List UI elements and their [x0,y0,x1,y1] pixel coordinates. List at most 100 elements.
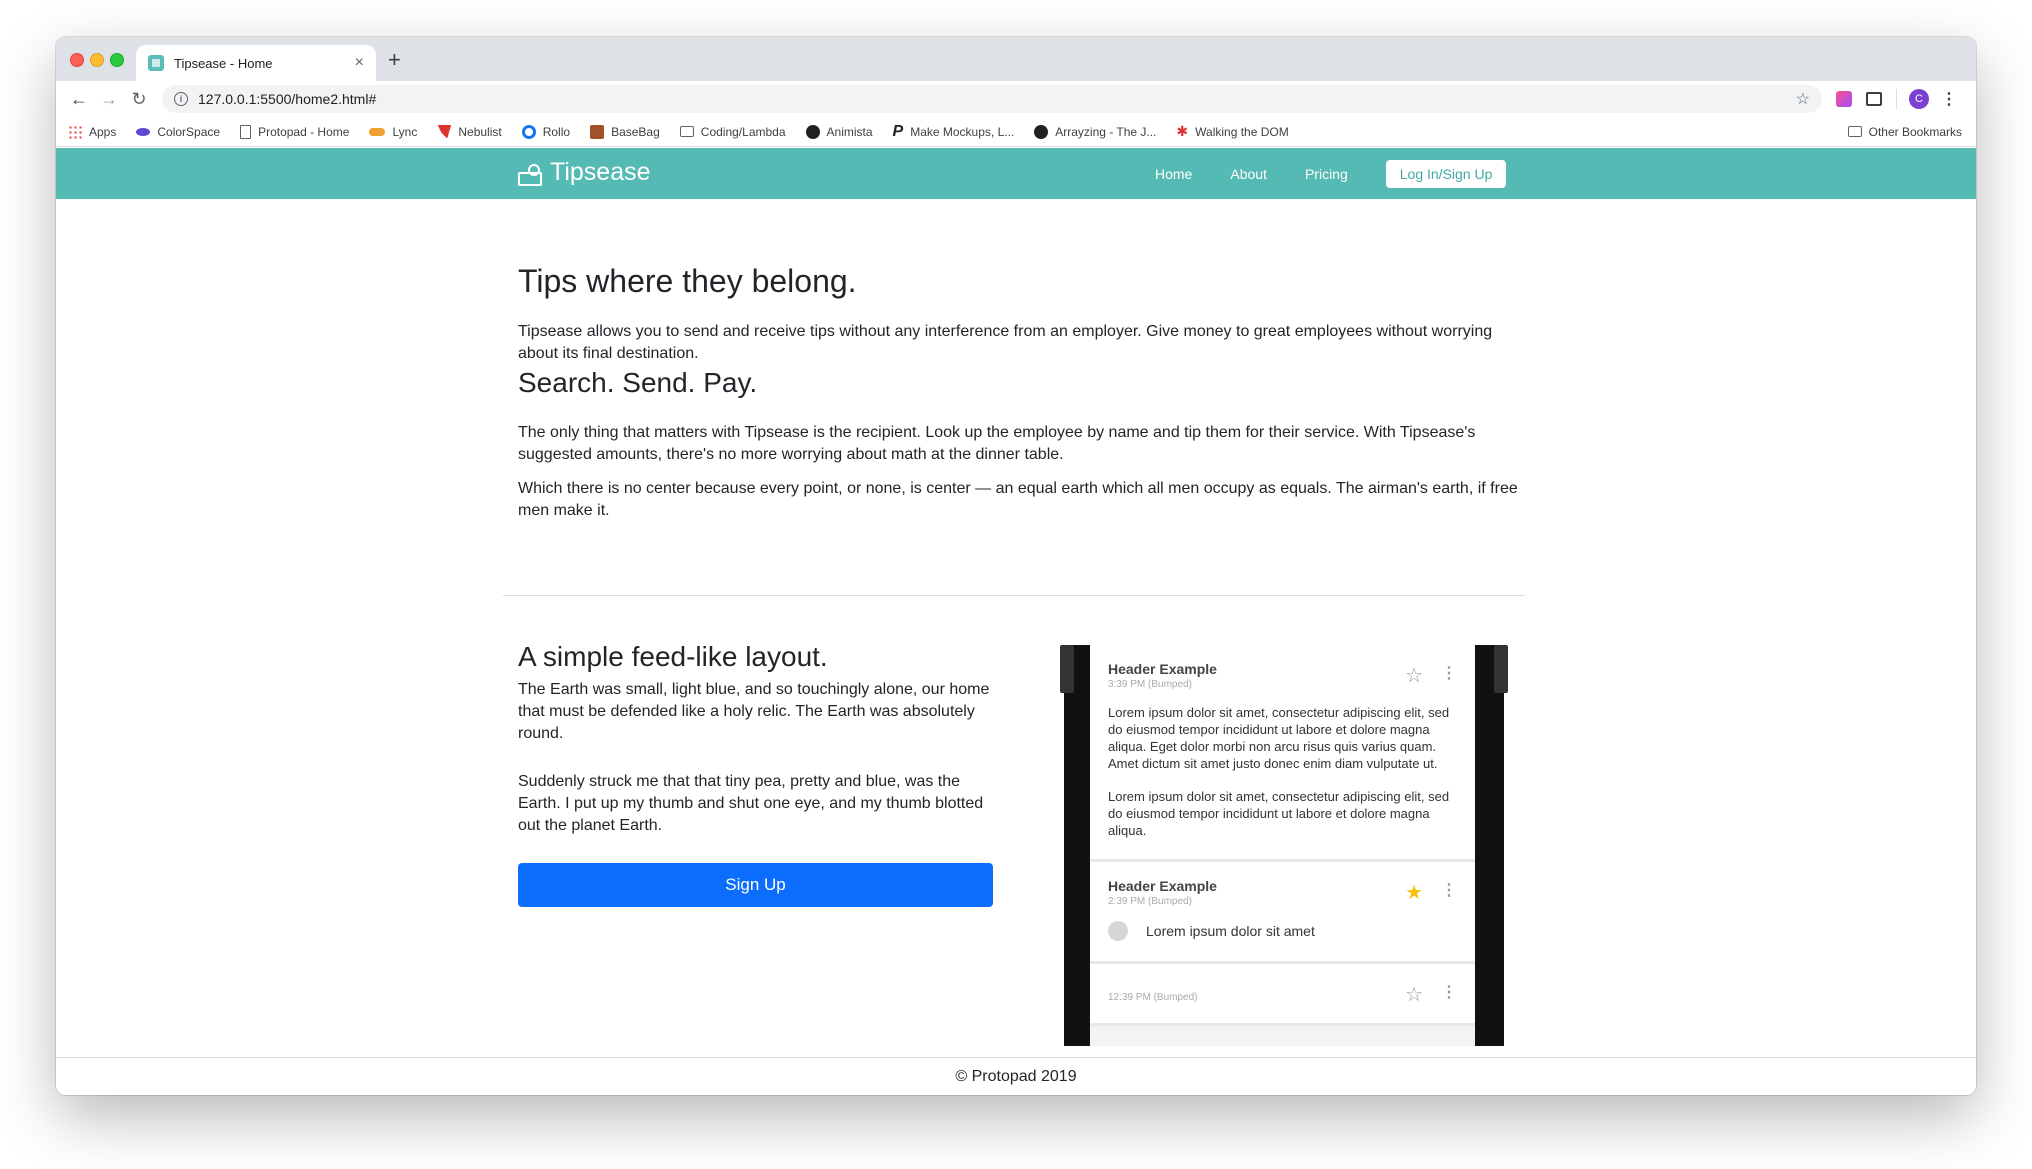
profile-avatar[interactable]: C [1909,89,1929,109]
nebulist-icon [437,124,452,139]
sign-up-button[interactable]: Sign Up [518,863,993,907]
site-footer: © Protopad 2019 [56,1057,1976,1095]
card-body: Lorem ipsum dolor sit amet, consectetur … [1108,789,1450,838]
animista-icon [805,124,820,139]
search-paragraph: The only thing that matters with Tipseas… [518,424,1476,463]
star-filled-icon[interactable]: ★ [1405,880,1423,905]
lync-icon [369,127,386,136]
screenshot-extension-icon[interactable] [1866,92,1882,106]
bookmark-label: Walking the DOM [1195,124,1289,139]
reload-icon[interactable]: ↻ [124,89,154,110]
login-signup-button[interactable]: Log In/Sign Up [1385,160,1507,188]
section-subtitle: Search. Send. Pay. [518,367,758,398]
bookmark-label: Lync [392,124,418,139]
feed-title: A simple feed-like layout. [518,641,828,672]
bookmark-coding-lambda[interactable]: Coding/Lambda [679,124,786,139]
more-vert-icon[interactable]: ⋮ [1441,880,1457,900]
nav-link-pricing[interactable]: Pricing [1305,166,1348,182]
page-viewport: Tipsease Home About Pricing Log In/Sign … [56,148,1976,1095]
bookmark-colorspace[interactable]: ColorSpace [136,125,220,139]
nav-link-home[interactable]: Home [1155,166,1192,182]
document-icon [240,124,252,139]
section-divider [503,595,1525,596]
bookmark-basebag[interactable]: BaseBag [590,124,660,139]
brand-name: Tipsease [550,158,651,186]
bookmark-label: Make Mockups, L... [910,124,1015,139]
tab-close-icon[interactable]: × [355,54,364,72]
extension-gradient-icon[interactable] [1836,91,1852,107]
bookmark-apps[interactable]: Apps [68,124,117,139]
bookmark-animista[interactable]: Animista [805,124,873,139]
rollo-icon [521,124,536,139]
avatar-placeholder-icon [1108,921,1128,941]
apps-grid-icon [68,124,82,139]
tab-bar: Tipsease - Home × + [56,37,1976,81]
card-body: Lorem ipsum dolor sit amet, consectetur … [1108,705,1450,771]
bookmark-protopad[interactable]: Protopad - Home [240,124,350,139]
phone-screen: Header Example 3:39 PM (Bumped) Lorem ip… [1090,645,1475,1046]
p-icon: P [892,122,904,140]
feed-card: 12:39 PM (Bumped) ☆ ⋮ [1090,964,1475,1026]
maximize-window-button[interactable] [110,53,124,67]
forward-arrow-icon[interactable]: → [94,89,124,110]
tipsease-favicon-icon [148,55,164,71]
bookmark-label: Coding/Lambda [700,124,786,139]
toolbar-divider [1896,89,1897,109]
site-info-icon[interactable]: i [174,92,188,106]
browser-window: Tipsease - Home × + ← → ↻ i 127.0.0.1:55… [56,37,1976,1095]
star-outline-icon[interactable]: ☆ [1405,663,1423,688]
bookmark-rollo[interactable]: Rollo [521,124,571,139]
feed-card: Header Example 3:39 PM (Bumped) Lorem ip… [1090,645,1475,862]
bookmark-label: Rollo [542,124,571,139]
bookmark-label: Protopad - Home [258,124,350,139]
feed-paragraph-2: Suddenly struck me that that tiny pea, p… [518,773,984,834]
url-text[interactable]: 127.0.0.1:5500/home2.html# [198,91,1796,107]
phone-mockup: Header Example 3:39 PM (Bumped) Lorem ip… [1060,645,1508,1046]
bookmarks-bar: Apps ColorSpace Protopad - Home Lync Neb… [56,117,1976,147]
bookmark-lync[interactable]: Lync [369,125,417,139]
basebag-icon [590,124,605,139]
new-tab-button[interactable]: + [388,47,401,73]
folder-icon [1847,126,1862,137]
feed-paragraph-1: The Earth was small, light blue, and so … [518,681,990,742]
bookmark-walking-the-dom[interactable]: ✱ Walking the DOM [1176,123,1288,140]
bookmark-label: ColorSpace [157,124,221,139]
feed-card: Header Example 2:39 PM (Bumped) Lorem ip… [1090,862,1475,964]
phone-side-button [1060,645,1074,693]
site-navbar: Tipsease Home About Pricing Log In/Sign … [56,148,1976,199]
bookmark-label: Other Bookmarks [1868,124,1962,139]
other-bookmarks[interactable]: Other Bookmarks [1847,124,1962,139]
phone-side-button [1494,645,1508,693]
tip-hand-logo-icon [518,162,544,186]
star-outline-icon[interactable]: ☆ [1405,982,1423,1007]
close-window-button[interactable] [70,53,84,67]
bookmark-label: Apps [89,124,117,139]
nav-link-about[interactable]: About [1230,166,1267,182]
bookmark-label: Animista [826,124,873,139]
card-row-text: Lorem ipsum dolor sit amet [1146,923,1315,939]
bookmark-arrayzing[interactable]: Arrayzing - The J... [1034,124,1156,139]
bookmark-star-icon[interactable]: ☆ [1796,89,1810,109]
tab-title: Tipsease - Home [174,55,273,71]
more-vert-icon[interactable]: ⋮ [1441,663,1457,683]
bookmark-nebulist[interactable]: Nebulist [437,124,502,139]
bookmark-label: Nebulist [458,124,502,139]
folder-icon [679,126,694,137]
browser-tab[interactable]: Tipsease - Home × [136,45,376,81]
bookmark-label: BaseBag [611,124,660,139]
github-icon [1034,124,1049,139]
minimize-window-button[interactable] [90,53,104,67]
nav-links: Home About Pricing Log In/Sign Up [1155,160,1507,188]
footer-copyright: © Protopad 2019 [955,1067,1077,1085]
feed-section: A simple feed-like layout. The Earth was… [518,629,998,907]
back-arrow-icon[interactable]: ← [64,89,94,110]
more-vert-icon[interactable]: ⋮ [1441,982,1457,1002]
address-bar[interactable]: i 127.0.0.1:5500/home2.html# ☆ [162,85,1822,113]
bookmark-make-mockups[interactable]: P Make Mockups, L... [893,123,1015,141]
hero-paragraph: Tipsease allows you to send and receive … [518,323,1493,362]
quote-paragraph: Which there is no center because every p… [518,480,1518,519]
hero-title: Tips where they belong. [518,263,857,299]
walking-icon: ✱ [1176,123,1189,139]
browser-menu-icon[interactable]: ⋮ [1941,89,1957,109]
brand-link[interactable]: Tipsease [518,158,651,187]
